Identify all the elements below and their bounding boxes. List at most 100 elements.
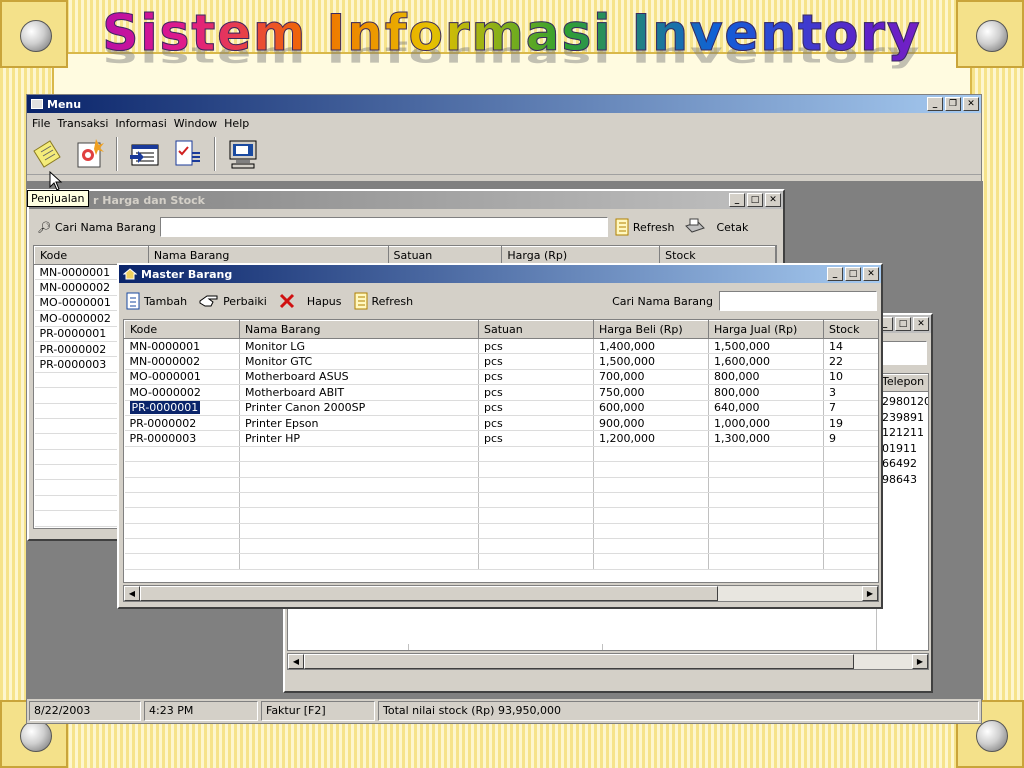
new-document-icon xyxy=(126,292,140,310)
add-button[interactable]: Tambah xyxy=(123,290,190,312)
delete-button[interactable]: Hapus xyxy=(276,290,345,312)
mb-col-stock[interactable]: Stock xyxy=(823,320,878,339)
bg-close-button[interactable]: ✕ xyxy=(913,317,929,331)
mb-col-harga-beli[interactable]: Harga Beli (Rp) xyxy=(593,320,709,339)
table-cell: MN-0000001 xyxy=(124,338,240,355)
main-toolbar xyxy=(27,133,981,175)
table-cell xyxy=(239,461,479,478)
master-barang-titlebar: Master Barang _ □ ✕ xyxy=(119,265,881,283)
menu-window[interactable]: Window xyxy=(173,117,223,130)
table-cell xyxy=(478,446,594,463)
menu-file[interactable]: File xyxy=(31,117,56,130)
bg-horizontal-scrollbar[interactable]: ◀ ▶ xyxy=(287,653,929,670)
table-row[interactable]: MN-0000001 Monitor LG pcs 1,400,000 1,500,00… xyxy=(124,338,878,355)
sales-invoice-icon[interactable] xyxy=(29,136,65,172)
menu-informasi[interactable]: Informasi xyxy=(114,117,172,130)
mb-search-input[interactable] xyxy=(719,291,877,311)
computer-icon[interactable] xyxy=(225,136,261,172)
empty-table-row[interactable] xyxy=(124,538,878,555)
ps-refresh-button[interactable]: Refresh xyxy=(612,216,678,238)
ps-close-button[interactable]: ✕ xyxy=(765,193,781,207)
scroll-left-button[interactable]: ◀ xyxy=(124,586,140,601)
mb-close-button[interactable]: ✕ xyxy=(863,267,879,281)
menu-help[interactable]: Help xyxy=(223,117,255,130)
ps-print-button[interactable]: Cetak xyxy=(681,216,751,238)
restore-button[interactable]: ❐ xyxy=(945,97,961,111)
table-cell: 640,000 xyxy=(708,400,824,416)
table-cell xyxy=(239,477,479,493)
table-cell: 900,000 xyxy=(593,415,709,432)
table-row[interactable]: PR-0000003 Printer HP pcs 1,200,000 1,300,00… xyxy=(124,430,878,447)
mb-col-nama[interactable]: Nama Barang xyxy=(239,320,479,339)
empty-table-row[interactable] xyxy=(124,477,878,493)
bg-column-header: Telepon xyxy=(878,374,928,392)
table-cell: 1,600,000 xyxy=(708,353,824,370)
toolbar-separator xyxy=(214,136,216,171)
table-cell xyxy=(239,523,479,540)
bg-search-input[interactable] xyxy=(879,341,927,365)
table-cell xyxy=(823,446,878,463)
table-row[interactable]: MN-0000002 Monitor GTC pcs 1,500,000 1,600,0… xyxy=(124,353,878,370)
table-cell: Motherboard ABIT xyxy=(239,384,479,401)
price-stock-titlebar: r Harga dan Stock _ □ ✕ xyxy=(29,191,783,209)
refresh-icon xyxy=(354,292,368,310)
scroll-right-button[interactable]: ▶ xyxy=(862,586,878,601)
table-row[interactable]: MO-0000001 Motherboard ASUS pcs 700,000 800,… xyxy=(124,369,878,386)
table-cell: MO-0000001 xyxy=(124,369,240,386)
search-icon: 🔎︎ xyxy=(37,220,51,234)
table-row[interactable]: MO-0000002 Motherboard ABIT pcs 750,000 800,… xyxy=(124,384,878,401)
master-barang-grid: Kode Nama Barang Satuan Harga Beli (Rp) … xyxy=(123,319,879,583)
table-cell xyxy=(708,553,824,570)
ps-col-stock[interactable]: Stock xyxy=(659,246,776,265)
empty-table-row[interactable] xyxy=(124,492,878,509)
table-cell xyxy=(478,523,594,540)
close-button[interactable]: ✕ xyxy=(963,97,979,111)
purchase-icon[interactable] xyxy=(71,136,107,172)
empty-table-row[interactable] xyxy=(124,553,878,570)
document-edit-icon[interactable] xyxy=(169,136,205,172)
ps-col-kode[interactable]: Kode xyxy=(34,246,149,265)
table-cell xyxy=(708,446,824,463)
scroll-left-button[interactable]: ◀ xyxy=(288,654,304,669)
status-total-stock: Total nilai stock (Rp) 93,950,000 xyxy=(378,701,979,721)
scroll-thumb[interactable] xyxy=(304,654,854,669)
edit-button[interactable]: Perbaiki xyxy=(196,290,270,312)
table-cell xyxy=(239,553,479,570)
mb-maximize-button[interactable]: □ xyxy=(845,267,861,281)
table-cell xyxy=(593,461,709,478)
ps-maximize-button[interactable]: □ xyxy=(747,193,763,207)
mb-col-harga-jual[interactable]: Harga Jual (Rp) xyxy=(708,320,824,339)
empty-table-row[interactable] xyxy=(124,523,878,540)
mb-col-kode[interactable]: Kode xyxy=(124,320,240,339)
mb-minimize-button[interactable]: _ xyxy=(827,267,843,281)
table-row[interactable]: PR-0000001 Printer Canon 2000SP pcs 600,000… xyxy=(124,400,878,416)
table-cell: Monitor GTC xyxy=(239,353,479,370)
table-row[interactable]: PR-0000002 Printer Epson pcs 900,000 1,000,0… xyxy=(124,415,878,432)
empty-table-row[interactable] xyxy=(124,446,878,463)
table-cell xyxy=(478,492,594,509)
bg-phone-values: 2980120 239891 121211 01911 66492 98643 xyxy=(882,395,929,486)
ps-search-input[interactable] xyxy=(159,217,608,237)
scroll-right-button[interactable]: ▶ xyxy=(912,654,928,669)
table-cell xyxy=(239,538,479,555)
table-cell xyxy=(708,461,824,478)
table-cell: 7 xyxy=(823,400,878,416)
scroll-thumb[interactable] xyxy=(140,586,718,601)
table-cell: 1,300,000 xyxy=(708,430,824,447)
ps-col-harga[interactable]: Harga (Rp) xyxy=(501,246,661,265)
toolbar-separator xyxy=(116,136,118,171)
mb-horizontal-scrollbar[interactable]: ◀ ▶ xyxy=(123,585,879,602)
mb-refresh-button[interactable]: Refresh xyxy=(351,290,417,312)
mb-col-satuan[interactable]: Satuan xyxy=(478,320,594,339)
minimize-button[interactable]: _ xyxy=(927,97,943,111)
ps-col-nama[interactable]: Nama Barang xyxy=(147,246,389,265)
table-cell: 1,500,000 xyxy=(593,353,709,370)
ps-minimize-button[interactable]: _ xyxy=(729,193,745,207)
menu-transaksi[interactable]: Transaksi xyxy=(56,117,114,130)
price-stock-toolbar: 🔎︎ Cari Nama Barang Refresh Cetak xyxy=(33,213,779,241)
empty-table-row[interactable] xyxy=(124,461,878,478)
bg-maximize-button[interactable]: □ xyxy=(895,317,911,331)
ps-col-satuan[interactable]: Satuan xyxy=(387,246,503,265)
report-icon[interactable] xyxy=(127,136,163,172)
empty-table-row[interactable] xyxy=(124,507,878,524)
